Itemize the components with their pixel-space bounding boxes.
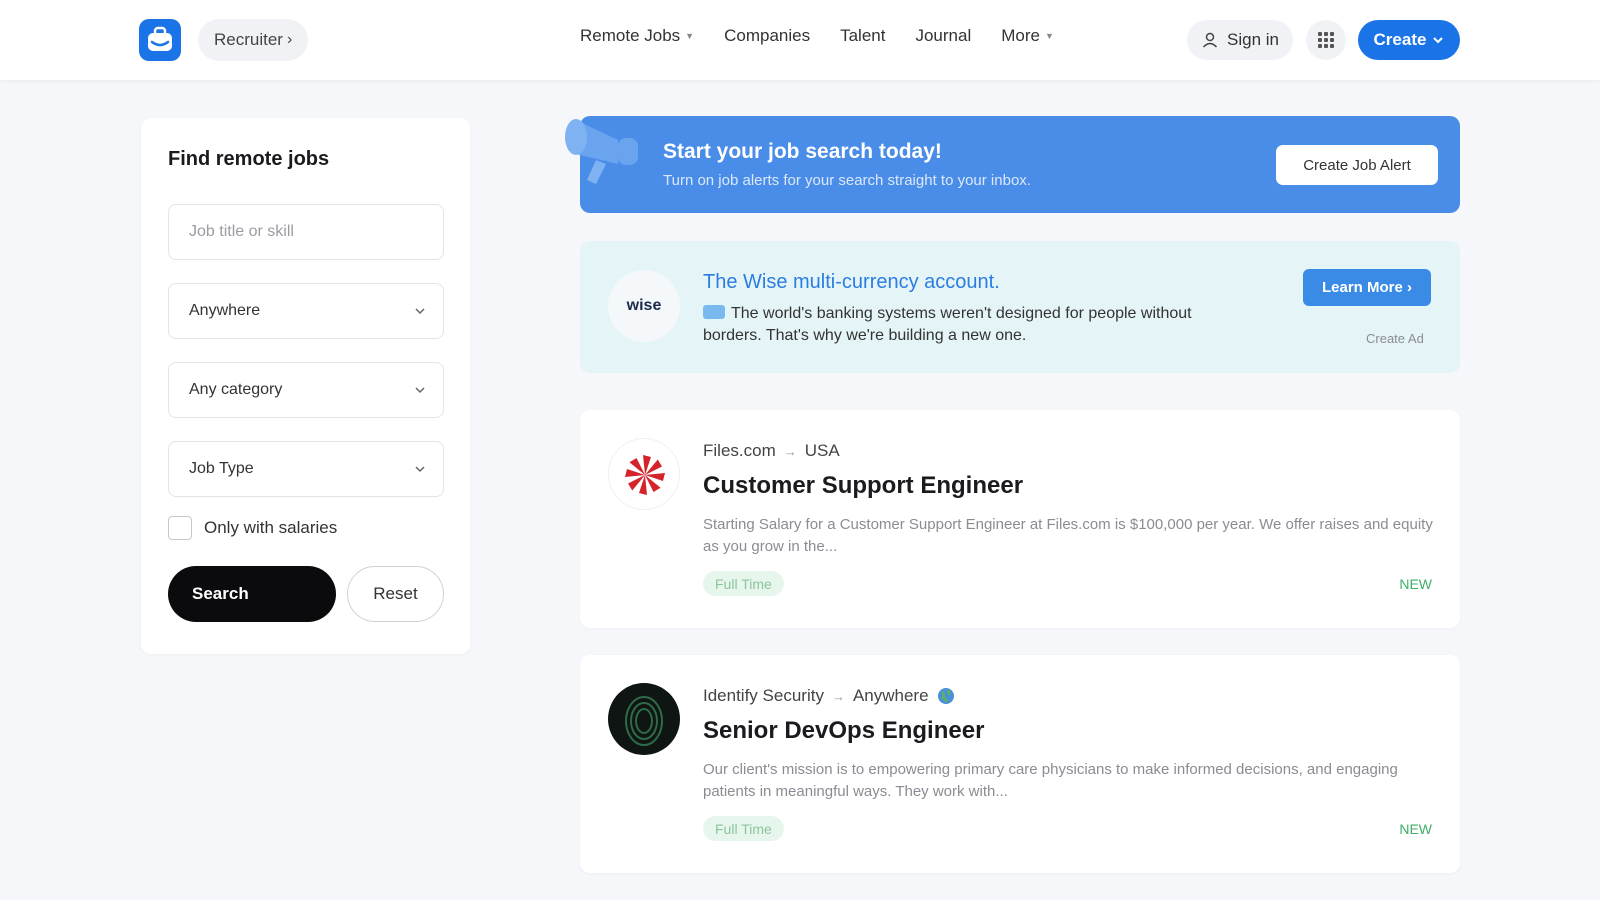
- job-title[interactable]: Senior DevOps Engineer: [703, 717, 984, 745]
- create-ad-link[interactable]: Create Ad: [1366, 331, 1424, 346]
- salary-checkbox[interactable]: [168, 516, 192, 540]
- job-type-tag: Full Time: [703, 571, 784, 596]
- company-name[interactable]: Files.com: [703, 441, 776, 461]
- job-type-tag: Full Time: [703, 816, 784, 841]
- arrow-right-icon: →: [831, 688, 845, 704]
- create-label: Create: [1373, 30, 1427, 49]
- wise-logo: wise: [608, 270, 680, 342]
- job-search-input[interactable]: Job title or skill: [168, 204, 444, 260]
- briefcase-logo-icon: [148, 26, 172, 51]
- category-select[interactable]: Any category: [168, 362, 444, 418]
- salary-filter: Only with salaries: [168, 516, 337, 540]
- grid-icon: [1318, 32, 1334, 48]
- nav-remote-jobs[interactable]: Remote Jobs ▼: [580, 26, 694, 46]
- megaphone-icon: [565, 119, 638, 184]
- filter-sidebar: Find remote jobs Job title or skill Anyw…: [141, 118, 470, 654]
- create-job-alert-label: Create Job Alert: [1303, 156, 1411, 174]
- sign-in-button[interactable]: Sign in: [1187, 20, 1293, 60]
- nav-label: Journal: [915, 26, 972, 45]
- reset-button[interactable]: Reset: [347, 566, 444, 622]
- learn-more-label: Learn More ›: [1321, 279, 1412, 296]
- fingerprint-logo-icon: [625, 696, 663, 746]
- nav-label: Talent: [840, 26, 886, 45]
- apps-grid-button[interactable]: [1306, 20, 1346, 60]
- chevron-down-icon: [415, 387, 425, 394]
- job-title[interactable]: Customer Support Engineer: [703, 472, 1023, 500]
- category-value: Any category: [189, 381, 283, 398]
- search-button[interactable]: Search: [168, 566, 336, 622]
- company-name[interactable]: Identify Security: [703, 686, 824, 706]
- recruiter-label: Recruiter: [214, 30, 283, 49]
- nav-talent[interactable]: Talent: [840, 26, 885, 46]
- nav-companies[interactable]: Companies: [724, 26, 810, 46]
- location-select[interactable]: Anywhere: [168, 283, 444, 339]
- job-location: Anywhere: [852, 686, 929, 705]
- ad-title[interactable]: The Wise multi-currency account.: [703, 271, 1000, 294]
- salary-checkbox-label: Only with salaries: [204, 518, 338, 537]
- reset-button-label: Reset: [373, 584, 418, 603]
- top-header: Recruiter › Remote Jobs ▼ Companies Tale…: [0, 0, 1600, 80]
- new-badge: NEW: [1399, 576, 1432, 592]
- search-placeholder: Job title or skill: [189, 223, 294, 240]
- job-card[interactable]: Identify Security → Anywhere Senior DevO…: [580, 655, 1460, 873]
- ad-text-block: The world's banking systems weren't desi…: [703, 303, 1213, 347]
- job-description: Our client's mission is to empowering pr…: [703, 761, 1398, 800]
- caret-down-icon: ▼: [1044, 31, 1054, 41]
- job-type-select[interactable]: Job Type: [168, 441, 444, 497]
- location-value: Anywhere: [189, 302, 261, 319]
- nav-label: More: [1001, 26, 1040, 45]
- ad-description: The world's banking systems weren't desi…: [703, 305, 1192, 344]
- create-job-alert-button[interactable]: Create Job Alert: [1276, 145, 1438, 185]
- caret-down-icon: ▼: [685, 31, 695, 41]
- logo[interactable]: [139, 19, 181, 61]
- company-logo: [608, 438, 680, 510]
- chevron-down-icon: [1433, 37, 1444, 44]
- chevron-right-icon: ›: [286, 31, 293, 48]
- nav-label: Remote Jobs: [580, 26, 681, 45]
- arrow-right-icon: →: [783, 443, 797, 459]
- job-type-value: Job Type: [189, 460, 254, 477]
- company-logo: [608, 683, 680, 755]
- learn-more-button[interactable]: Learn More ›: [1303, 269, 1431, 306]
- nav-journal[interactable]: Journal: [915, 26, 971, 46]
- ad-badge-icon: [703, 305, 725, 319]
- job-card[interactable]: Files.com → USA Customer Support Enginee…: [580, 410, 1460, 628]
- job-location: USA: [804, 441, 840, 460]
- files-logo-icon: [625, 455, 665, 495]
- globe-icon: [937, 688, 954, 704]
- job-meta: Files.com → USA: [703, 441, 840, 461]
- job-description: Starting Salary for a Customer Support E…: [703, 516, 1433, 555]
- new-badge: NEW: [1399, 821, 1432, 837]
- search-button-label: Search: [192, 584, 249, 603]
- user-icon: [1202, 32, 1218, 48]
- banner-title: Start your job search today!: [663, 140, 942, 163]
- nav-label: Companies: [724, 26, 811, 45]
- wise-logo-text: wise: [626, 297, 662, 314]
- create-button[interactable]: Create: [1358, 20, 1460, 60]
- chevron-down-icon: [415, 308, 425, 315]
- sign-in-label: Sign in: [1227, 30, 1279, 49]
- main-nav: Remote Jobs ▼ Companies Talent Journal M…: [580, 26, 1054, 46]
- job-meta: Identify Security → Anywhere: [703, 686, 955, 706]
- sidebar-title: Find remote jobs: [168, 148, 330, 170]
- recruiter-button[interactable]: Recruiter ›: [198, 19, 309, 61]
- chevron-down-icon: [415, 466, 425, 473]
- banner-subtitle: Turn on job alerts for your search strai…: [663, 172, 1031, 189]
- nav-more[interactable]: More ▼: [1001, 26, 1054, 46]
